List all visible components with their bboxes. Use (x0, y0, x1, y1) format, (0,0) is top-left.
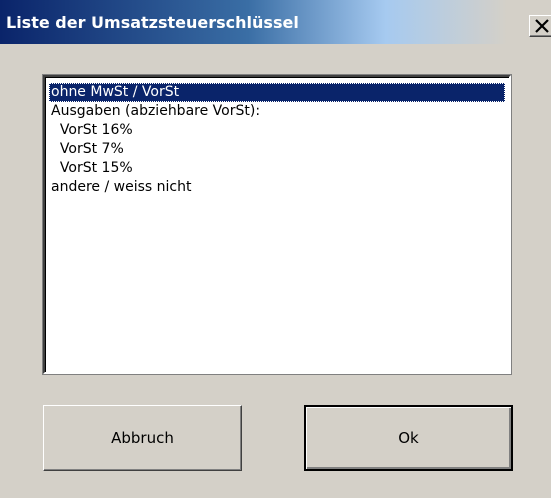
ok-button-label: Ok (398, 429, 419, 447)
window-title: Liste der Umsatzsteuerschlüssel (6, 13, 299, 32)
list-item[interactable]: ohne MwSt / VorSt (49, 83, 505, 102)
close-button[interactable] (529, 15, 551, 37)
list-item[interactable]: Ausgaben (abziehbare VorSt): (49, 102, 505, 121)
dialog-window: Liste der Umsatzsteuerschlüssel ohne MwS… (0, 0, 551, 498)
close-icon (535, 19, 549, 33)
ok-button[interactable]: Ok (304, 405, 513, 471)
tax-key-listbox[interactable]: ohne MwSt / VorSt Ausgaben (abziehbare V… (43, 75, 511, 374)
list-items: ohne MwSt / VorSt Ausgaben (abziehbare V… (49, 83, 505, 197)
title-bar[interactable]: Liste der Umsatzsteuerschlüssel (0, 0, 551, 44)
list-item[interactable]: VorSt 7% (49, 140, 505, 159)
list-item[interactable]: VorSt 16% (49, 121, 505, 140)
list-item[interactable]: andere / weiss nicht (49, 178, 505, 197)
cancel-button[interactable]: Abbruch (43, 405, 242, 471)
list-item[interactable]: VorSt 15% (49, 159, 505, 178)
cancel-button-label: Abbruch (111, 429, 174, 447)
